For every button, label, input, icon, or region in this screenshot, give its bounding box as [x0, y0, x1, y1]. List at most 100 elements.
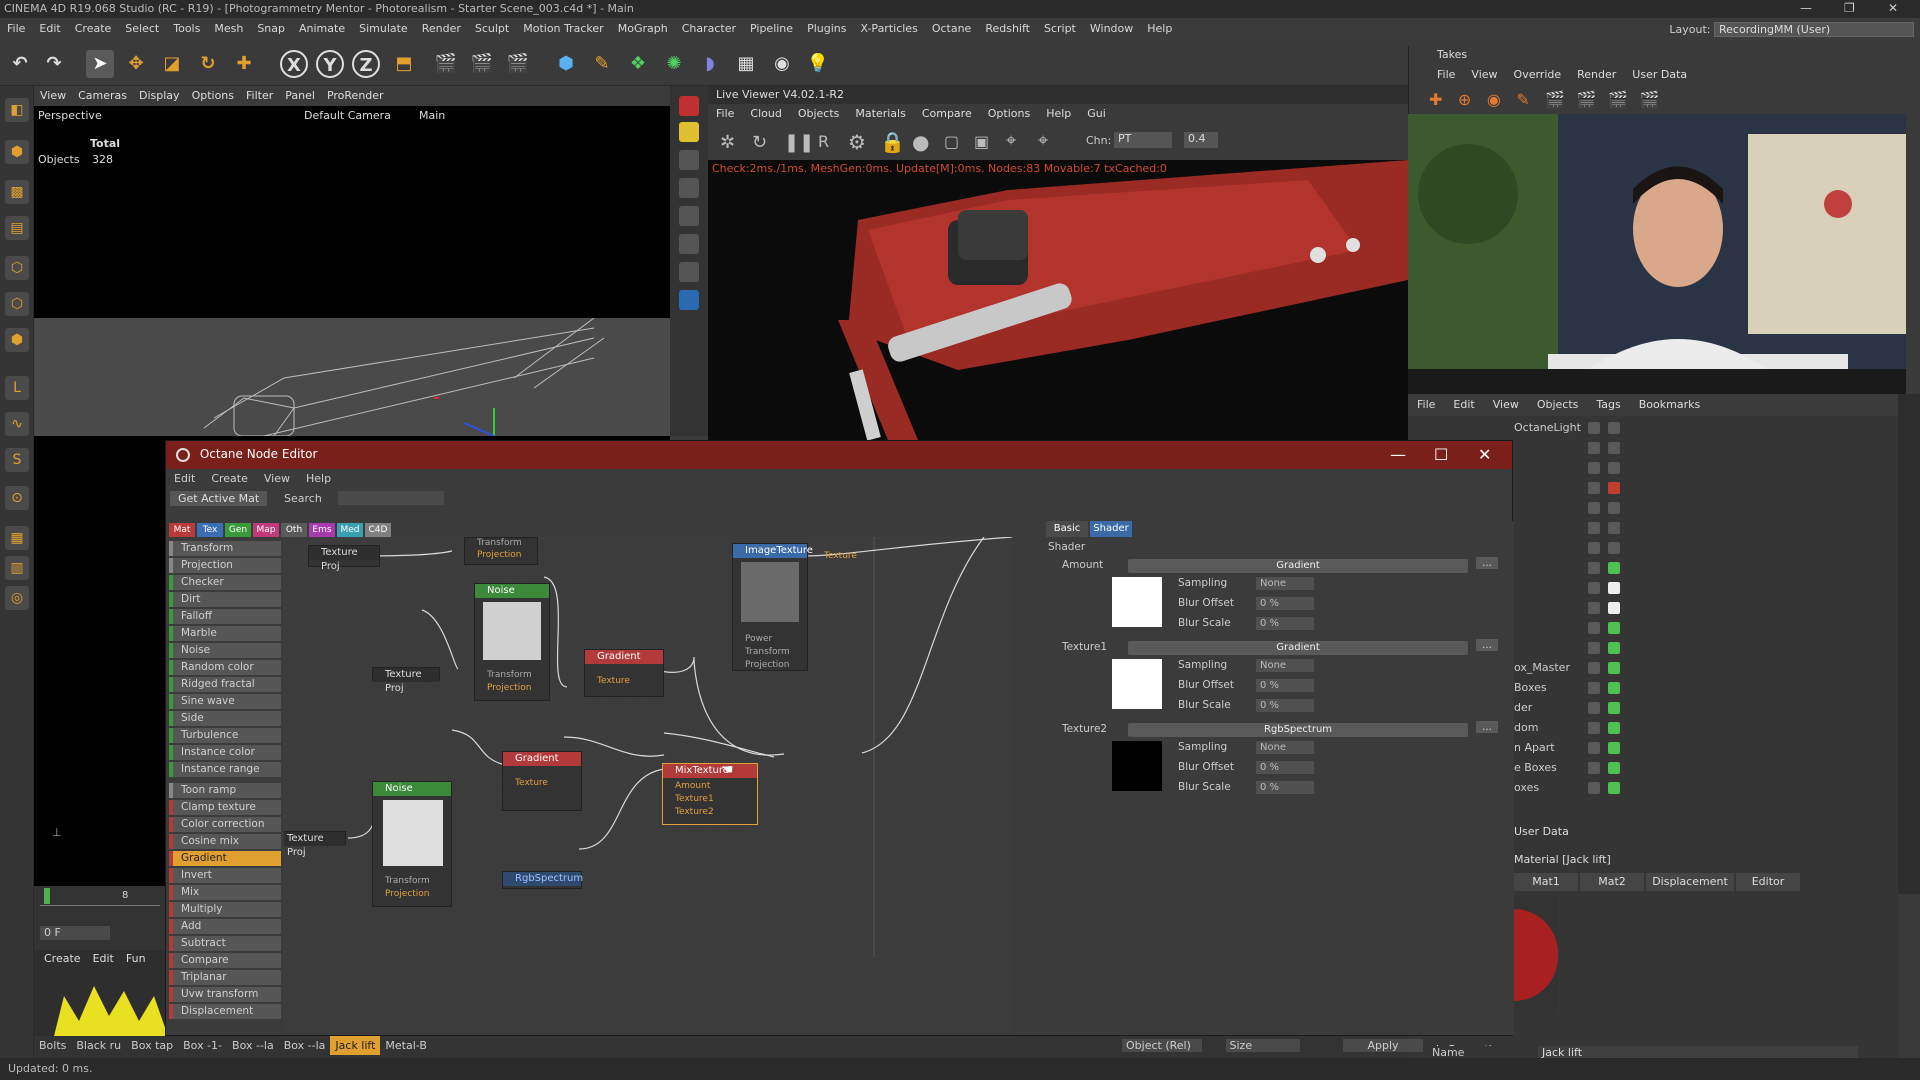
menu-redshift[interactable]: Redshift	[978, 18, 1037, 39]
node-list-item-uvw-transform[interactable]: Uvw transform	[169, 987, 281, 1002]
node-editor-menu-help[interactable]: Help	[298, 469, 339, 488]
grid-icon[interactable]: ▦	[5, 526, 29, 550]
scale-tool-icon[interactable]: ◪	[158, 50, 186, 78]
live-viewer-menu-materials[interactable]: Materials	[847, 104, 913, 123]
node-list-item-sine-wave[interactable]: Sine wave	[169, 694, 281, 709]
tab-basic[interactable]: Basic	[1046, 521, 1088, 537]
frame-field[interactable]: 0 F	[40, 926, 110, 940]
object-visibility-icon[interactable]	[1588, 722, 1600, 734]
size-dropdown[interactable]: Size	[1225, 1039, 1300, 1052]
category-tab-mat[interactable]: Mat	[169, 523, 195, 537]
node-editor-menu-view[interactable]: View	[256, 469, 298, 488]
category-tab-gen[interactable]: Gen	[225, 523, 251, 537]
category-tab-med[interactable]: Med	[337, 523, 363, 537]
object-visibility-icon[interactable]	[1588, 702, 1600, 714]
object-tag-icon[interactable]	[1608, 482, 1620, 494]
node-list-item-subtract[interactable]: Subtract	[169, 936, 281, 951]
node-list-item-dirt[interactable]: Dirt	[169, 592, 281, 607]
film-icon[interactable]	[679, 206, 699, 226]
object-menu-edit[interactable]: Edit	[1444, 394, 1483, 415]
menu-file[interactable]: File	[0, 18, 32, 39]
node-image-texture[interactable]: ImageTexture Power Transform Projection	[732, 543, 813, 671]
render-view-icon[interactable]: 🎬	[432, 50, 460, 78]
menu-create[interactable]: Create	[68, 18, 119, 39]
material-menu-fun[interactable]: Fun	[120, 952, 152, 965]
clapper-icon[interactable]	[679, 262, 699, 282]
object-tag-icon[interactable]	[1608, 682, 1620, 694]
undo-icon[interactable]: ↶	[6, 50, 34, 78]
new-take-icon[interactable]: ✚	[1429, 90, 1442, 109]
object-visibility-icon[interactable]	[1588, 422, 1600, 434]
menu-mograph[interactable]: MoGraph	[611, 18, 675, 39]
object-menu-tags[interactable]: Tags	[1587, 394, 1629, 415]
category-tab-tex[interactable]: Tex	[197, 523, 223, 537]
object-tag-icon[interactable]	[1608, 542, 1620, 554]
object-visibility-icon[interactable]	[1588, 762, 1600, 774]
workplane-icon[interactable]: ▤	[5, 216, 29, 240]
menu-animate[interactable]: Animate	[292, 18, 352, 39]
node-list-item-clamp-texture[interactable]: Clamp texture	[169, 800, 281, 815]
render-marked-icon[interactable]: 🎬	[1608, 90, 1628, 109]
node-list-item-invert[interactable]: Invert	[169, 868, 281, 883]
object-tag-icon[interactable]	[1608, 462, 1620, 474]
shader-param-field[interactable]: None	[1256, 741, 1314, 754]
object-visibility-icon[interactable]	[1588, 442, 1600, 454]
viewport-menu-view[interactable]: View	[34, 86, 72, 105]
node-list-item-random-color[interactable]: Random color	[169, 660, 281, 675]
redo-icon[interactable]: ↷	[40, 50, 68, 78]
override-icon[interactable]: ⊕	[1458, 90, 1471, 109]
object-visibility-icon[interactable]	[1588, 462, 1600, 474]
node-list-item-mix[interactable]: Mix	[169, 885, 281, 900]
menu-script[interactable]: Script	[1037, 18, 1083, 39]
node-rgb-spectrum[interactable]: RgbSpectrum	[502, 871, 583, 889]
shader-link-button[interactable]: Gradient	[1128, 641, 1468, 655]
object-row[interactable]: OctaneLight	[1408, 418, 1898, 438]
object-tag-icon[interactable]	[1608, 702, 1620, 714]
node-list-item-add[interactable]: Add	[169, 919, 281, 934]
viewport-menu-options[interactable]: Options	[186, 86, 240, 105]
node-texture-proj-3[interactable]: Texture Proj	[284, 831, 346, 858]
object-tag-icon[interactable]	[1608, 622, 1620, 634]
node-list-item-toon-ramp[interactable]: Toon ramp	[169, 783, 281, 798]
category-tab-oth[interactable]: Oth	[281, 523, 307, 537]
shader-param-field[interactable]: 0 %	[1256, 679, 1314, 692]
takes-menu-render[interactable]: Render	[1569, 68, 1624, 81]
tab-shader[interactable]: Shader	[1090, 521, 1132, 537]
object-visibility-icon[interactable]	[1588, 522, 1600, 534]
category-tab-c4d[interactable]: C4D	[365, 523, 391, 537]
pen-icon[interactable]: ✎	[588, 50, 616, 78]
menu-x-particles[interactable]: X-Particles	[853, 18, 924, 39]
shader-link-button[interactable]: Gradient	[1128, 559, 1468, 573]
menu-render[interactable]: Render	[415, 18, 468, 39]
menu-plugins[interactable]: Plugins	[800, 18, 853, 39]
timeline-ruler[interactable]: 8	[40, 888, 160, 906]
node-list-item-checker[interactable]: Checker	[169, 575, 281, 590]
solo-icon[interactable]: ◎	[5, 586, 29, 610]
menu-edit[interactable]: Edit	[32, 18, 67, 39]
node-noise-1[interactable]: Noise Transform Projection	[474, 583, 550, 701]
edges-mode-icon[interactable]: ⬡	[5, 292, 29, 316]
render-picture-viewer-icon[interactable]: 🎬	[468, 50, 496, 78]
x-axis-icon[interactable]: X	[280, 50, 308, 78]
viewport-pane[interactable]: Main	[419, 109, 445, 122]
node-list-item-color-correction[interactable]: Color correction	[169, 817, 281, 832]
settings-gear-icon[interactable]: ⚙	[848, 130, 866, 154]
material-menu-edit[interactable]: Edit	[87, 952, 120, 965]
node-noise-2[interactable]: Noise Transform Projection	[372, 781, 452, 907]
node-editor-menu-create[interactable]: Create	[203, 469, 256, 488]
object-visibility-icon[interactable]	[1588, 542, 1600, 554]
frame-icon[interactable]	[679, 150, 699, 170]
coordinate-system-icon[interactable]: ⬒	[390, 50, 418, 78]
send-scene-icon[interactable]: ✲	[720, 132, 735, 153]
pick-material-icon[interactable]: ⌖	[1038, 130, 1048, 151]
menu-snap[interactable]: Snap	[250, 18, 292, 39]
shader-param-field[interactable]: 0 %	[1256, 781, 1314, 794]
render-queue-icon[interactable]: 🎬	[1639, 90, 1659, 109]
maximize-icon[interactable]: ❐	[1844, 1, 1855, 15]
rotate-tool-icon[interactable]: ↻	[194, 50, 222, 78]
more-button[interactable]: ...	[1476, 557, 1499, 569]
subdivision-icon[interactable]: ❖	[624, 50, 652, 78]
object-tag-icon[interactable]	[1608, 582, 1620, 594]
material-item[interactable]: Box tap	[126, 1036, 178, 1055]
object-tag-icon[interactable]	[1608, 602, 1620, 614]
